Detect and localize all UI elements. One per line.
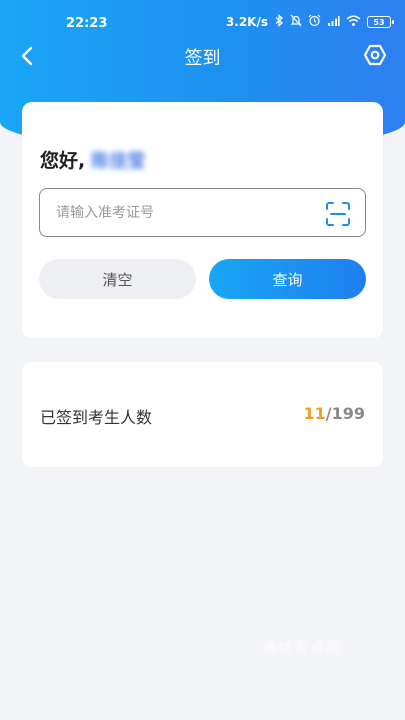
checkin-count-value: 11/199 — [303, 404, 365, 423]
settings-hexagon-icon[interactable] — [363, 43, 387, 67]
user-name: 陈佳莹 — [91, 150, 146, 172]
signal-icon — [327, 15, 340, 30]
greeting: 您好, 陈佳莹 — [40, 146, 145, 173]
battery-icon: 53 — [367, 16, 394, 28]
alarm-icon — [308, 14, 321, 30]
navigation-bar: 签到 — [0, 36, 405, 76]
status-icons: 3.2K/s 53 — [225, 14, 394, 30]
query-button[interactable]: 查询 — [209, 259, 366, 299]
checkin-stats-card: 已签到考生人数 11/199 — [22, 362, 383, 467]
checkin-count-label: 已签到考生人数 — [40, 408, 153, 427]
mute-bell-icon — [290, 14, 302, 30]
scan-icon[interactable] — [325, 201, 351, 227]
admission-number-field — [39, 188, 366, 237]
greeting-text: 您好, — [40, 150, 86, 172]
bluetooth-icon — [274, 14, 284, 30]
admission-number-input[interactable] — [40, 189, 310, 236]
checked-in-count: 11 — [303, 404, 326, 423]
watermark: 潍坊安卓网 — [262, 639, 343, 657]
page-title: 签到 — [184, 48, 221, 69]
network-speed: 3.2K/s — [225, 15, 268, 29]
clear-button[interactable]: 清空 — [39, 259, 196, 299]
total-count: 199 — [331, 404, 365, 423]
wifi-icon — [346, 15, 361, 30]
query-card: 您好, 陈佳莹 清空 查询 — [22, 102, 383, 338]
status-time: 22:23 — [66, 16, 108, 31]
